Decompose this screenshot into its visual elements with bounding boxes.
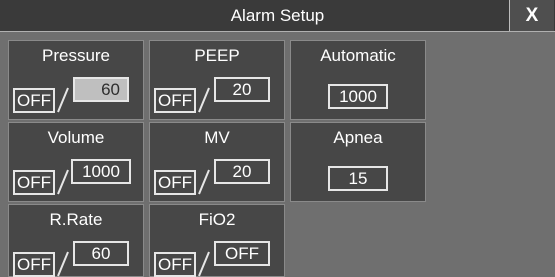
- automatic-label: Automatic: [320, 46, 396, 65]
- slash-divider: [57, 87, 69, 113]
- volume-label: Volume: [47, 128, 105, 147]
- pressure-off-button[interactable]: OFF: [13, 88, 55, 113]
- apnea-label: Apnea: [333, 128, 383, 147]
- fio2-cell: FiO2 OFF OFF: [149, 204, 285, 277]
- volume-cell: Volume OFF 1000: [8, 122, 144, 202]
- automatic-cell: Automatic 1000: [290, 40, 426, 120]
- peep-value-field[interactable]: 20: [214, 77, 270, 102]
- window-title: Alarm Setup: [230, 6, 325, 25]
- title-bar: Alarm Setup X: [0, 0, 555, 32]
- peep-label: PEEP: [194, 46, 240, 65]
- slash-divider: [198, 251, 210, 277]
- slash-divider: [198, 169, 210, 195]
- fio2-value-field[interactable]: OFF: [214, 241, 270, 266]
- apnea-value-field[interactable]: 15: [328, 166, 388, 191]
- automatic-value-field[interactable]: 1000: [328, 84, 388, 109]
- volume-value-field[interactable]: 1000: [71, 159, 131, 184]
- rrate-value-field[interactable]: 60: [73, 241, 129, 266]
- mv-off-button[interactable]: OFF: [154, 170, 196, 195]
- pressure-cell: Pressure OFF 60: [8, 40, 144, 120]
- rrate-cell: R.Rate OFF 60: [8, 204, 144, 277]
- pressure-value-field[interactable]: 60: [73, 77, 129, 102]
- mv-value-field[interactable]: 20: [214, 159, 270, 184]
- volume-off-button[interactable]: OFF: [13, 170, 55, 195]
- mv-label: MV: [204, 128, 230, 147]
- peep-off-button[interactable]: OFF: [154, 88, 196, 113]
- fio2-label: FiO2: [198, 210, 236, 229]
- alarm-setup-window: Alarm Setup X Pressure OFF 60 PEEP OFF 2…: [0, 0, 555, 277]
- slash-divider: [57, 251, 69, 277]
- mv-cell: MV OFF 20: [149, 122, 285, 202]
- rrate-label: R.Rate: [49, 210, 103, 229]
- pressure-label: Pressure: [41, 46, 111, 65]
- slash-divider: [198, 87, 210, 113]
- slash-divider: [57, 169, 69, 195]
- rrate-off-button[interactable]: OFF: [13, 252, 55, 277]
- apnea-cell: Apnea 15: [290, 122, 426, 202]
- peep-cell: PEEP OFF 20: [149, 40, 285, 120]
- close-button[interactable]: X: [509, 0, 554, 31]
- fio2-off-button[interactable]: OFF: [154, 252, 196, 277]
